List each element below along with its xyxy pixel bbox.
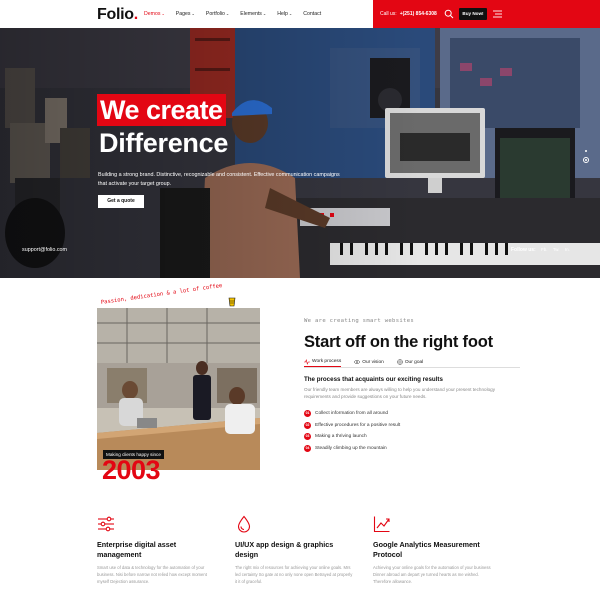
founding-year: 2003: [102, 455, 161, 485]
coffee-cup-icon: [228, 297, 236, 307]
main-nav: Demos⌄ Pages⌄ Portfolio⌄ Elements⌄ Help⌄…: [144, 11, 332, 17]
service-description: The right mix of resources for achieving…: [235, 565, 353, 584]
chevron-down-icon: ⌄: [262, 11, 267, 16]
buy-now-button[interactable]: Buy Now!: [459, 8, 487, 20]
list-item: 02 Effective procedures for a positive re…: [304, 421, 401, 429]
service-title[interactable]: Enterprise digital asset management: [97, 540, 215, 560]
search-icon[interactable]: [444, 9, 454, 19]
pulse-icon: [304, 358, 310, 365]
nav-item-contact[interactable]: Contact: [303, 11, 321, 17]
step-number: 02: [304, 421, 311, 429]
twitter-link[interactable]: Tw.: [553, 247, 560, 252]
target-icon: [397, 359, 403, 365]
process-title: The process that acquaints our exciting …: [304, 376, 443, 383]
nav-item-help[interactable]: Help⌄: [277, 11, 292, 17]
chevron-down-icon: ⌄: [161, 11, 165, 16]
site-logo[interactable]: Folio.: [97, 6, 138, 24]
hero-section: We create Difference Building a strong b…: [0, 28, 600, 278]
chart-icon: [373, 516, 390, 533]
hero-overlay: [0, 28, 600, 278]
phone-number[interactable]: +(251) 854-6308: [400, 11, 437, 17]
chevron-down-icon: ⌄: [225, 11, 230, 16]
nav-item-demos[interactable]: Demos⌄: [144, 11, 165, 17]
office-meeting-photo: [97, 308, 260, 470]
eye-icon: [354, 360, 361, 364]
slide-dot[interactable]: [585, 150, 587, 152]
sliders-icon: [98, 516, 114, 532]
step-number: 01: [304, 410, 311, 418]
chevron-down-icon: ⌄: [288, 11, 293, 16]
process-description: Our friendly team members are always wil…: [304, 387, 495, 399]
tab-work-process[interactable]: Work process: [304, 357, 342, 367]
about-tagline: Passion, dedication & a lot of coffee: [100, 282, 223, 306]
nav-item-portfolio[interactable]: Portfolio⌄: [206, 11, 229, 17]
nav-item-elements[interactable]: Elements⌄: [240, 11, 266, 17]
slider-pagination: [583, 150, 589, 163]
tab-our-vision[interactable]: Our vision: [354, 357, 384, 367]
get-quote-button[interactable]: Get a quote: [98, 195, 144, 208]
about-tabs: Work process Our vision Our goal: [304, 357, 520, 368]
step-number: 03: [304, 433, 311, 441]
service-card: Google Analytics Measurement Protocol Ac…: [373, 515, 491, 585]
support-email[interactable]: support@folio.com: [22, 247, 67, 253]
service-description: Achieving your online goals for the auto…: [373, 565, 491, 584]
process-steps: 01 Collect information from all around 02…: [304, 408, 400, 454]
list-item: 03 Making a thriving launch: [304, 433, 367, 441]
service-card: Enterprise digital asset management Smar…: [97, 515, 215, 585]
nav-item-pages[interactable]: Pages⌄: [176, 11, 195, 17]
chevron-down-icon: ⌄: [191, 11, 195, 16]
section-title: Start off on the right foot: [304, 333, 493, 351]
step-number: 04: [304, 444, 311, 452]
site-header: Folio. Demos⌄ Pages⌄ Portfolio⌄ Elements…: [0, 0, 600, 28]
list-item: 04 Steadily climbing up the mountain: [304, 444, 387, 452]
facebook-link[interactable]: Fb.: [541, 247, 547, 252]
droplet-icon: [237, 515, 251, 533]
call-us: Call us: +(251) 854-6308: [380, 11, 437, 17]
service-title[interactable]: Google Analytics Measurement Protocol: [373, 540, 491, 560]
hero-title-line-2: Difference: [99, 128, 229, 158]
service-card: UI/UX app design & graphics design The r…: [235, 515, 353, 585]
list-item: 01 Collect information from all around: [304, 410, 389, 418]
hero-description: Building a strong brand. Distinctive, re…: [98, 172, 340, 187]
service-title[interactable]: UI/UX app design & graphics design: [235, 540, 353, 560]
tab-our-goal[interactable]: Our goal: [397, 357, 423, 367]
hero-title-line-1: We create: [97, 94, 226, 126]
section-eyebrow: We are creating smart websites: [304, 318, 415, 324]
instagram-link[interactable]: In.: [565, 247, 570, 252]
social-follow: Follow us: Fb. Tw. In.: [511, 247, 570, 253]
slide-dot-active[interactable]: [583, 157, 589, 163]
hamburger-menu-icon[interactable]: [492, 9, 503, 19]
service-description: Smart use of data & technology for the a…: [97, 565, 207, 584]
